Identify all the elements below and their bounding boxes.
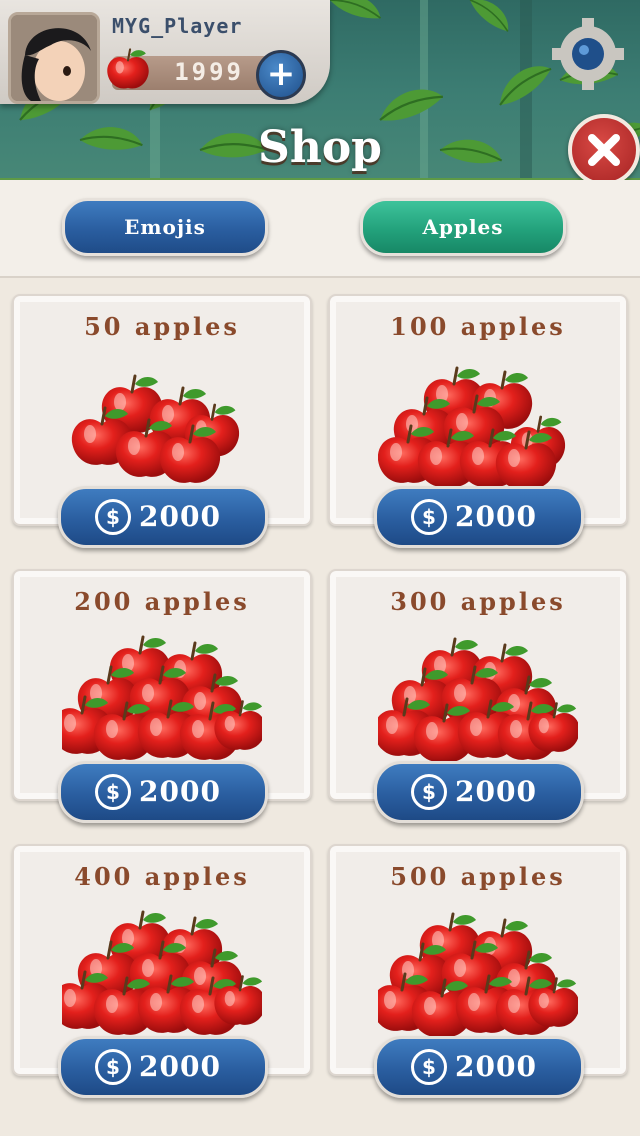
buy-button[interactable]: $ 2000	[374, 761, 584, 823]
item-title: 50 apples	[84, 312, 240, 341]
apple-pile-icon	[70, 374, 241, 485]
coin-icon: $	[411, 1049, 447, 1085]
shop-item-card[interactable]: 200 apples $ 2000	[12, 569, 312, 823]
item-price: 2000	[139, 775, 221, 808]
item-price: 2000	[455, 775, 537, 808]
coin-icon: $	[95, 1049, 131, 1085]
shop-title: Shop	[258, 122, 382, 173]
player-card: MYG_Player 1999 +	[0, 0, 330, 104]
shop-header: MYG_Player 1999 + Shop	[0, 0, 640, 200]
avatar-portrait-icon	[11, 15, 97, 101]
item-title: 500 apples	[390, 862, 566, 891]
tab-apples[interactable]: Apples	[360, 198, 566, 256]
buy-button[interactable]: $ 2000	[374, 486, 584, 548]
apple-balance: 1999	[174, 58, 244, 86]
item-title: 300 apples	[390, 587, 566, 616]
buy-button[interactable]: $ 2000	[374, 1036, 584, 1098]
item-price: 2000	[139, 500, 221, 533]
settings-gear-icon[interactable]	[548, 14, 628, 94]
item-title: 200 apples	[74, 587, 250, 616]
close-icon	[588, 134, 620, 166]
apple-pile-icon	[378, 366, 567, 486]
item-price: 2000	[455, 1050, 537, 1083]
tab-strip: Emojis Apples	[0, 180, 640, 278]
item-price: 2000	[139, 1050, 221, 1083]
item-title: 100 apples	[390, 312, 566, 341]
shop-item-card[interactable]: 100 apples $ 2000	[328, 294, 628, 548]
player-name: MYG_Player	[112, 14, 243, 38]
shop-item-grid: 50 apples $ 2000 100 apples $ 2000 200 a…	[0, 278, 640, 1136]
apple-pile-icon	[378, 637, 578, 761]
close-button[interactable]	[568, 114, 640, 186]
tab-emojis[interactable]: Emojis	[62, 198, 268, 256]
shop-item-card[interactable]: 300 apples $ 2000	[328, 569, 628, 823]
shop-item-card[interactable]: 50 apples $ 2000	[12, 294, 312, 548]
item-price: 2000	[455, 500, 537, 533]
apple-icon	[106, 48, 150, 90]
coin-icon: $	[411, 499, 447, 535]
buy-button[interactable]: $ 2000	[58, 761, 268, 823]
item-title: 400 apples	[74, 862, 250, 891]
apple-pile-icon	[62, 635, 262, 761]
player-avatar[interactable]	[8, 12, 100, 104]
buy-button[interactable]: $ 2000	[58, 486, 268, 548]
add-apples-button[interactable]: +	[256, 50, 306, 100]
apple-pile-icon	[62, 910, 262, 1036]
coin-icon: $	[95, 774, 131, 810]
buy-button[interactable]: $ 2000	[58, 1036, 268, 1098]
apple-pile-icon	[378, 912, 578, 1036]
coin-icon: $	[411, 774, 447, 810]
shop-item-card[interactable]: 400 apples $ 2000	[12, 844, 312, 1098]
coin-icon: $	[95, 499, 131, 535]
shop-item-card[interactable]: 500 apples $ 2000	[328, 844, 628, 1098]
